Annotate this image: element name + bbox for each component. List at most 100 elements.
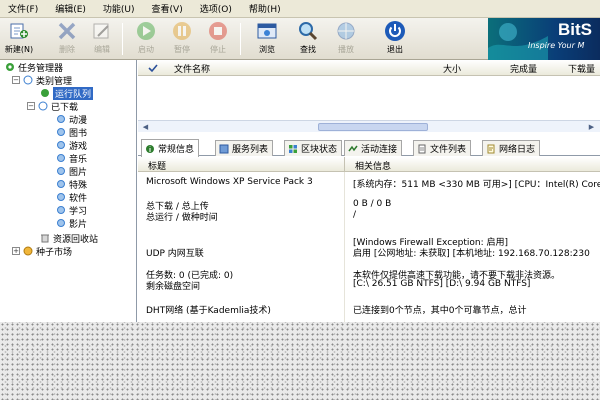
os-value: [系统内存：511 MB <330 MB 可用>] [CPU：Intel(R) … bbox=[353, 180, 600, 190]
menu-help[interactable]: 帮助(H) bbox=[249, 2, 281, 15]
toolbar: 新建(N) 删除 编辑 启动 暂停 停止 浏览 查找 播放 退出 BitS In… bbox=[0, 18, 600, 60]
task-list-header: 文件名称 大小 完成量 下载量 bbox=[138, 60, 600, 76]
start-button[interactable]: 启动 bbox=[131, 20, 161, 58]
tab-label: 文件列表 bbox=[430, 145, 467, 155]
runtime-value: / bbox=[353, 210, 357, 220]
menu-options[interactable]: 选项(O) bbox=[200, 2, 232, 15]
tree-label: 运行队列 bbox=[53, 86, 94, 100]
folder-icon bbox=[57, 180, 65, 188]
tree-label: 图片 bbox=[69, 167, 88, 178]
tab-label: 服务列表 bbox=[232, 145, 269, 155]
edit-button[interactable]: 编辑 bbox=[87, 20, 117, 58]
exit-button-label: 退出 bbox=[387, 45, 403, 54]
runtime-label: 总运行 / 做种时间 bbox=[146, 213, 218, 223]
file-list-icon bbox=[418, 144, 426, 153]
network-log-icon bbox=[487, 144, 495, 153]
column-downloaded[interactable]: 下载量 bbox=[568, 62, 595, 75]
toolbar-separator bbox=[122, 23, 123, 55]
pause-button-label: 暂停 bbox=[174, 45, 190, 54]
horizontal-scrollbar[interactable]: ◀ ▶ bbox=[138, 120, 600, 132]
tree-label: 任务管理器 bbox=[18, 63, 64, 74]
browser-window-icon bbox=[257, 23, 277, 39]
tab-label: 网络日志 bbox=[499, 145, 536, 155]
tab-general-info[interactable]: 常规信息 bbox=[141, 139, 200, 157]
play-button[interactable]: 播放 bbox=[331, 20, 361, 58]
tree-node-special[interactable]: 特殊 bbox=[56, 178, 87, 191]
folder-icon bbox=[57, 154, 65, 162]
play-circle-icon bbox=[137, 22, 155, 40]
tree-node-running-queue[interactable]: 运行队列 bbox=[40, 86, 94, 100]
tree-node-movies[interactable]: 影片 bbox=[56, 217, 87, 230]
column-title[interactable]: 标题 bbox=[148, 159, 166, 172]
info-table-header: 标题 相关信息 bbox=[138, 157, 600, 172]
column-file-name[interactable]: 文件名称 bbox=[174, 62, 210, 75]
delete-icon bbox=[58, 22, 76, 40]
disk-space-value: [C:\ 26.51 GB NTFS] [D:\ 9.94 GB NTFS] bbox=[353, 279, 531, 289]
column-size[interactable]: 大小 bbox=[443, 62, 461, 75]
running-queue-icon bbox=[41, 89, 49, 97]
tree-node-study[interactable]: 学习 bbox=[56, 204, 87, 217]
tree-node-seed-market[interactable]: + 种子市场 bbox=[12, 245, 72, 258]
tree-node-category[interactable]: − 类别管理 bbox=[12, 74, 73, 87]
tree-node-games[interactable]: 游戏 bbox=[56, 139, 87, 152]
tree-node-anime[interactable]: 动漫 bbox=[56, 113, 87, 126]
expand-toggle-icon[interactable]: + bbox=[12, 247, 20, 255]
play-button-label: 播放 bbox=[338, 45, 354, 54]
exit-button[interactable]: 退出 bbox=[380, 20, 410, 58]
stop-button[interactable]: 停止 bbox=[203, 20, 233, 58]
tree-node-recycle-bin[interactable]: 资源回收站 bbox=[40, 232, 99, 245]
tab-network-log[interactable]: 网络日志 bbox=[482, 140, 541, 156]
new-button[interactable]: 新建(N) bbox=[4, 20, 34, 58]
general-info-table: 标题 相关信息 Microsoft Windows XP Service Pac… bbox=[138, 157, 600, 322]
menu-edit[interactable]: 编辑(E) bbox=[55, 2, 86, 15]
tree-label: 图书 bbox=[69, 128, 88, 139]
scrollbar-thumb[interactable] bbox=[318, 123, 428, 131]
tree-node-software[interactable]: 软件 bbox=[56, 191, 88, 204]
checkmark-icon[interactable] bbox=[148, 63, 158, 73]
tree-label: 软件 bbox=[69, 193, 88, 204]
collapse-toggle-icon[interactable]: − bbox=[27, 102, 35, 110]
brand-slogan: Inspire Your M bbox=[528, 41, 585, 50]
collapse-toggle-icon[interactable]: − bbox=[12, 76, 20, 84]
tree-label: 类别管理 bbox=[36, 76, 73, 87]
folder-icon bbox=[57, 141, 65, 149]
menu-file[interactable]: 文件(F) bbox=[8, 2, 38, 15]
menu-view[interactable]: 查看(V) bbox=[152, 2, 183, 15]
tree-node-music[interactable]: 音乐 bbox=[56, 152, 87, 165]
menu-function[interactable]: 功能(U) bbox=[103, 2, 135, 15]
find-button[interactable]: 查找 bbox=[293, 20, 323, 58]
edit-icon bbox=[93, 23, 109, 39]
pause-button[interactable]: 暂停 bbox=[167, 20, 197, 58]
tree-node-pictures[interactable]: 图片 bbox=[56, 165, 88, 178]
new-task-icon bbox=[10, 23, 28, 39]
dht-value: 已连接到0个节点，其中0个可靠节点，总计 bbox=[353, 306, 527, 316]
browse-button[interactable]: 浏览 bbox=[252, 20, 282, 58]
tree-node-downloaded[interactable]: − 已下载 bbox=[27, 100, 79, 113]
totals-value: 0 B / 0 B bbox=[353, 199, 392, 209]
power-icon bbox=[385, 21, 405, 41]
tab-file-list[interactable]: 文件列表 bbox=[413, 140, 472, 156]
scroll-right-icon[interactable]: ▶ bbox=[586, 122, 597, 132]
service-list-icon bbox=[219, 144, 229, 153]
tree-node-task-manager[interactable]: 任务管理器 bbox=[5, 61, 64, 74]
scroll-left-icon[interactable]: ◀ bbox=[140, 122, 151, 132]
column-completed[interactable]: 完成量 bbox=[510, 62, 537, 75]
column-related-info[interactable]: 相关信息 bbox=[355, 159, 391, 172]
app-window: 文件(F) 编辑(E) 功能(U) 查看(V) 选项(O) 帮助(H) 新建(N… bbox=[0, 0, 600, 400]
tree-node-books[interactable]: 图书 bbox=[56, 126, 88, 139]
delete-button[interactable]: 删除 bbox=[52, 20, 82, 58]
column-divider[interactable] bbox=[344, 157, 345, 172]
tree-label: 已下载 bbox=[51, 102, 79, 113]
tab-label: 区块状态 bbox=[301, 145, 338, 155]
tab-service-list[interactable]: 服务列表 bbox=[215, 140, 274, 156]
column-separator bbox=[344, 172, 345, 322]
dht-label: DHT网络 (基于Kademlia技术) bbox=[146, 306, 271, 316]
info-icon bbox=[146, 144, 154, 153]
edit-button-label: 编辑 bbox=[94, 45, 110, 54]
tab-block-status[interactable]: 区块状态 bbox=[284, 140, 343, 156]
tab-active-connections[interactable]: 活动连接 bbox=[344, 140, 403, 156]
udp-value: 启用 [公网地址: 未获取] [本机地址: 192.168.70.128:230 bbox=[353, 249, 590, 259]
task-list[interactable]: 文件名称 大小 完成量 下载量 ◀ ▶ bbox=[138, 60, 600, 134]
disk-space-label: 剩余磁盘空间 bbox=[146, 282, 201, 292]
tree-label: 资源回收站 bbox=[53, 234, 99, 245]
